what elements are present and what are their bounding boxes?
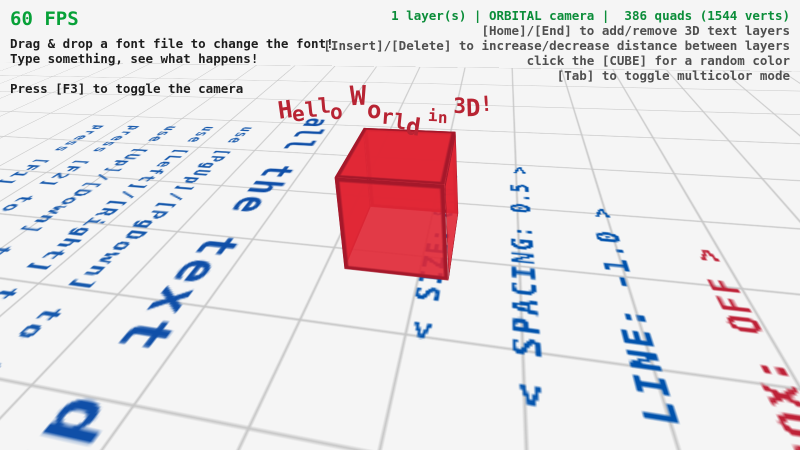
- hello-letter: W: [350, 81, 367, 113]
- hello-letter: o: [330, 100, 344, 125]
- hello-letter: o: [366, 96, 381, 124]
- 3d-scene: press [F1] to toggle the text boundrypre…: [0, 0, 800, 450]
- hello-world-3d-text: Hello World in 3D!: [278, 84, 493, 115]
- app-window: press [F1] to toggle the text boundrypre…: [0, 0, 800, 450]
- hello-letter: i: [428, 106, 438, 125]
- hello-letter: !: [480, 92, 494, 117]
- cube-face-front[interactable]: [335, 177, 449, 280]
- hello-letter: n: [437, 108, 447, 127]
- hello-letter: r: [380, 105, 394, 130]
- setting-label: < SPACING: 0.5 >: [508, 165, 555, 412]
- red-cube[interactable]: [345, 207, 459, 281]
- hello-letter: 3: [453, 94, 466, 118]
- setting-label: < LINE: -1.0 >: [587, 206, 717, 450]
- hello-letter: [421, 97, 428, 111]
- cube-face-top[interactable]: [335, 128, 456, 185]
- setting-label: < LBOX: OFF >: [687, 246, 800, 450]
